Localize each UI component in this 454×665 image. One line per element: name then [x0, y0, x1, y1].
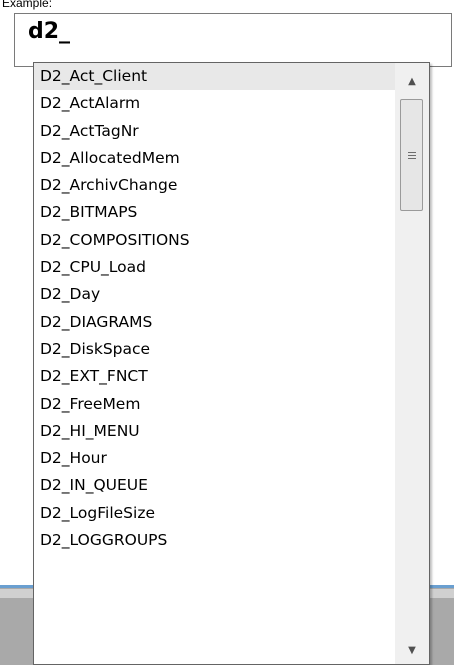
input-value: d2_	[28, 19, 71, 44]
suggestion-item[interactable]: D2_DIAGRAMS	[34, 309, 396, 336]
suggestion-item[interactable]: D2_Hour	[34, 445, 396, 472]
autocomplete-input[interactable]: d2_	[14, 13, 452, 67]
suggestion-item[interactable]: D2_AllocatedMem	[34, 145, 396, 172]
arrow-down-icon: ▼	[408, 644, 416, 656]
suggestion-item[interactable]: D2_ActTagNr	[34, 118, 396, 145]
suggestion-item[interactable]: D2_LOGGROUPS	[34, 527, 396, 554]
suggestion-item[interactable]: D2_EXT_FNCT	[34, 363, 396, 390]
scroll-thumb[interactable]	[400, 99, 423, 211]
scroll-down-button[interactable]: ▼	[395, 638, 429, 662]
suggestion-item[interactable]: D2_CPU_Load	[34, 254, 396, 281]
suggestion-item[interactable]: D2_DiskSpace	[34, 336, 396, 363]
suggestion-item[interactable]: D2_Day	[34, 281, 396, 308]
suggestion-item[interactable]: D2_BITMAPS	[34, 199, 396, 226]
suggestion-item[interactable]: D2_LogFileSize	[34, 500, 396, 527]
grip-icon	[407, 150, 416, 161]
scroll-up-button[interactable]: ▲	[395, 69, 429, 93]
suggestion-item[interactable]: D2_IN_QUEUE	[34, 472, 396, 499]
suggestion-dropdown: D2_Act_Client D2_ActAlarm D2_ActTagNr D2_Al…	[33, 62, 430, 665]
suggestion-item[interactable]: D2_Act_Client	[34, 63, 396, 91]
vertical-scrollbar[interactable]: ▲ ▼	[395, 63, 429, 664]
suggestion-list: D2_Act_Client D2_ActAlarm D2_ActTagNr D2_Al…	[34, 63, 396, 664]
suggestion-item[interactable]: D2_ArchivChange	[34, 172, 396, 199]
suggestion-item[interactable]: D2_COMPOSITIONS	[34, 227, 396, 254]
caption-label: Example:	[2, 0, 53, 10]
suggestion-item[interactable]: D2_ActAlarm	[34, 90, 396, 117]
suggestion-item[interactable]: D2_HI_MENU	[34, 418, 396, 445]
arrow-up-icon: ▲	[408, 75, 416, 87]
suggestion-item[interactable]: D2_FreeMem	[34, 391, 396, 418]
